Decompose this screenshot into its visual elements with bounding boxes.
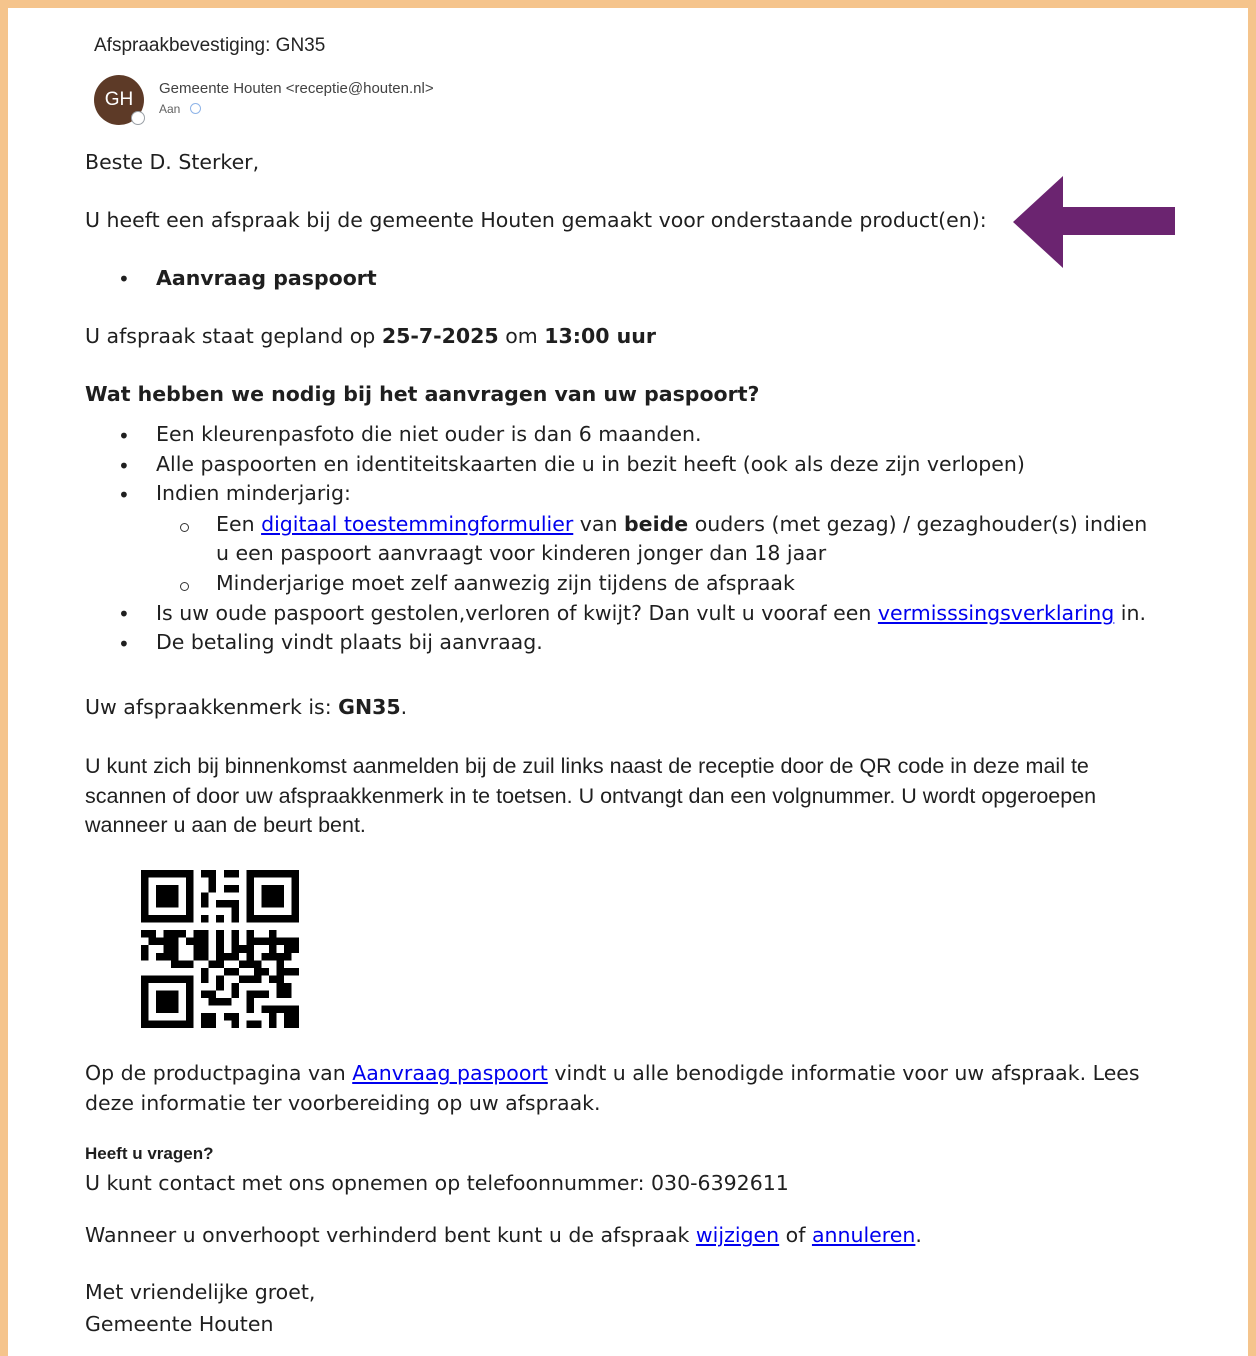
appointment-date: 25-7-2025	[381, 324, 499, 348]
presence-status-icon	[131, 111, 145, 125]
email-subject: Afspraakbevestiging: GN35	[94, 35, 326, 56]
emphasis-text: beide	[624, 512, 689, 536]
sub-bullet	[180, 582, 189, 591]
change-line: Wanneer u onverhoopt verhinderd bent kun…	[85, 1223, 922, 1247]
product-name: Aanvraag paspoort	[156, 266, 377, 290]
email-window: Afspraakbevestiging: GN35 GH Gemeente Ho…	[8, 8, 1248, 1356]
reference-code: GN35	[338, 695, 401, 719]
requirement-item: Is uw oude paspoort gestolen,verloren of…	[156, 601, 1146, 625]
change-text: of	[779, 1223, 812, 1247]
bullet: •	[118, 424, 130, 448]
recipient-status-icon[interactable]	[190, 103, 202, 114]
change-text: .	[915, 1223, 922, 1247]
sub-requirement-text: van	[573, 512, 624, 536]
appointment-prefix: U afspraak staat gepland op	[85, 324, 382, 348]
appointment-time: 13:00 uur	[544, 324, 656, 348]
requirement-text: Is uw oude paspoort gestolen,verloren of…	[156, 601, 878, 625]
requirements-heading: Wat hebben we nodig bij het aanvragen va…	[85, 382, 760, 406]
reference-prefix: Uw afspraakkenmerk is:	[85, 695, 339, 719]
closing: Met vriendelijke groet,	[85, 1280, 316, 1304]
greeting: Beste D. Sterker,	[85, 150, 260, 174]
info-text: vindt u alle benodigde informatie voor u…	[547, 1061, 1140, 1085]
qr-code	[141, 870, 299, 1028]
reference-suffix: .	[400, 695, 408, 719]
sub-requirement: Een digitaal toestemmingformulier van be…	[216, 512, 1147, 536]
contact-line: U kunt contact met ons opnemen op telefo…	[85, 1171, 789, 1195]
sender-address[interactable]: Gemeente Houten <receptie@houten.nl>	[159, 80, 434, 97]
to-label: Aan	[159, 102, 181, 116]
info-line-2: deze informatie ter voorbereiding op uw …	[85, 1091, 601, 1115]
intro-text: U heeft een afspraak bij de gemeente Hou…	[85, 208, 987, 232]
product-page-link[interactable]: Aanvraag paspoort	[352, 1061, 548, 1085]
change-appointment-link[interactable]: wijzigen	[696, 1223, 779, 1247]
info-line: Op de productpagina van Aanvraag paspoor…	[85, 1061, 1140, 1085]
bullet: •	[118, 632, 130, 656]
requirement-item: Indien minderjarig:	[156, 481, 351, 505]
change-text: Wanneer u onverhoopt verhinderd bent kun…	[85, 1223, 696, 1247]
appointment-line: U afspraak staat gepland op 25-7-2025 om…	[85, 324, 656, 348]
recipient-line: Aan	[159, 102, 202, 116]
bullet: •	[118, 454, 130, 478]
bullet: •	[118, 483, 130, 507]
info-text: Op de productpagina van	[85, 1061, 353, 1085]
checkin-text: wanneer u aan de beurt bent.	[85, 813, 366, 837]
cancel-appointment-link[interactable]: annuleren	[812, 1223, 915, 1247]
appointment-mid: om	[498, 324, 545, 348]
sub-requirement-text: ouders (met gezag) / gezaghouder(s) indi…	[688, 512, 1148, 536]
consent-form-link[interactable]: digitaal toestemmingformulier	[261, 512, 573, 536]
sub-requirement: Minderjarige moet zelf aanwezig zijn tij…	[216, 571, 795, 595]
checkin-text: scannen of door uw afspraakkenmerk in te…	[85, 784, 1097, 808]
bullet: •	[118, 602, 130, 626]
requirement-item: Een kleurenpasfoto die niet ouder is dan…	[156, 422, 702, 446]
sub-bullet	[180, 523, 189, 532]
questions-heading: Heeft u vragen?	[85, 1144, 214, 1163]
sub-requirement-continued: u een paspoort aanvraagt voor kinderen j…	[216, 541, 827, 565]
requirement-item: De betaling vindt plaats bij aanvraag.	[156, 630, 543, 654]
bullet: •	[118, 267, 130, 291]
signature: Gemeente Houten	[85, 1312, 274, 1336]
left-arrow-icon	[1013, 176, 1175, 268]
checkin-text: U kunt zich bij binnenkomst aanmelden bi…	[85, 754, 1089, 778]
sub-requirement-text: Een	[216, 512, 262, 536]
requirement-text: in.	[1114, 601, 1146, 625]
loss-report-link[interactable]: vermisssingsverklaring	[878, 601, 1114, 625]
requirement-item: Alle paspoorten en identiteitskaarten di…	[156, 452, 1025, 476]
reference-line: Uw afspraakkenmerk is: GN35.	[85, 695, 407, 719]
